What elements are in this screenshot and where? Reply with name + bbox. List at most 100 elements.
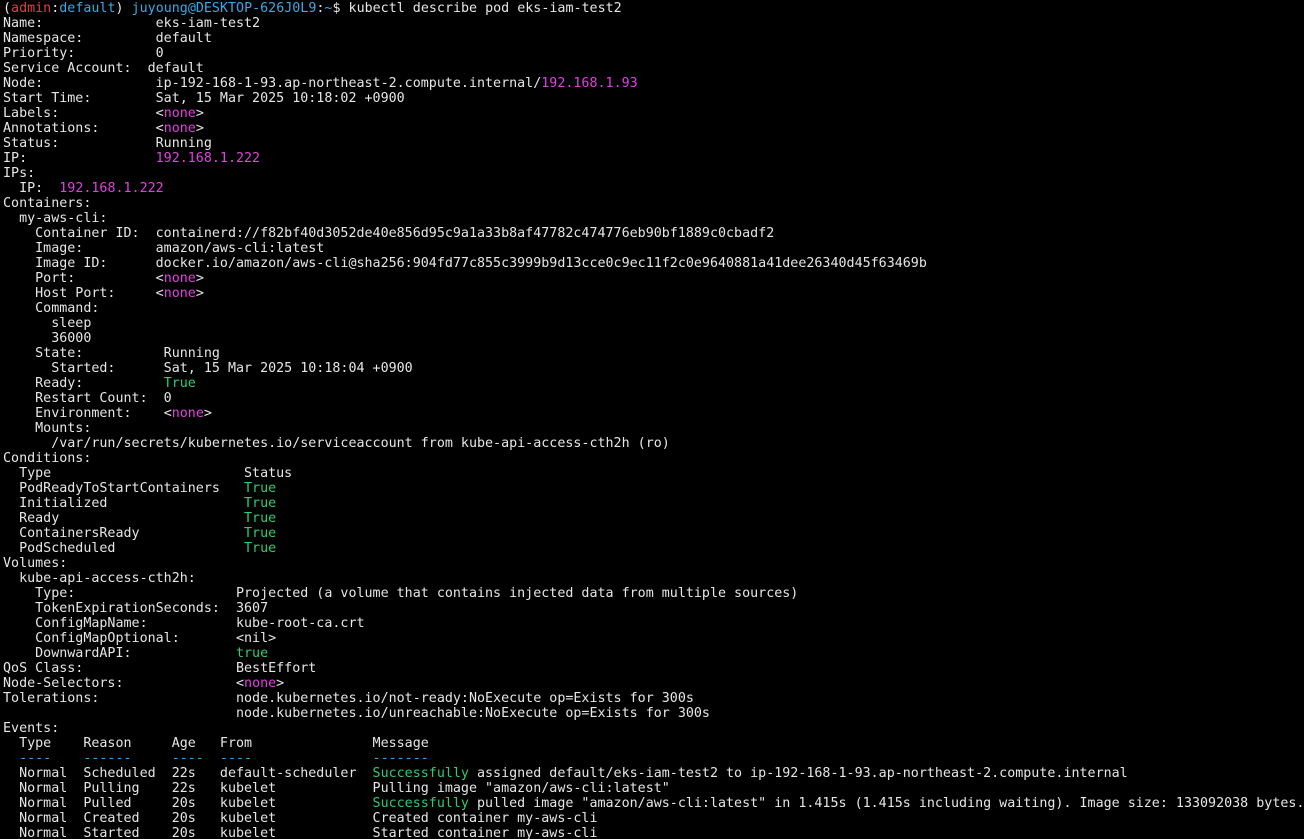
- output-line: Normal Created 20s kubelet Created conta…: [3, 811, 1304, 826]
- terminal-text-segment: Start Time: Sat, 15 Mar 2025 10:18:02 +0…: [3, 91, 405, 106]
- terminal-text-segment: Host Port:: [3, 286, 156, 301]
- terminal-text-segment: Tolerations: node.kubernetes.io/not-read…: [3, 691, 694, 706]
- output-line: Environment: <none>: [3, 406, 1304, 421]
- terminal-text-segment: node.kubernetes.io/unreachable:NoExecute…: [3, 706, 710, 721]
- terminal-text-segment: Conditions:: [3, 451, 92, 466]
- output-line: Normal Scheduled 22s default-scheduler S…: [3, 766, 1304, 781]
- output-line: Port: <none>: [3, 271, 1304, 286]
- terminal-window[interactable]: (admin:default) juyoung@DESKTOP-626J0L9:…: [0, 0, 1304, 839]
- terminal-text-segment: 192.168.1.222: [155, 151, 261, 166]
- terminal-text-segment: Type Status: [3, 466, 293, 481]
- output-line: kube-api-access-cth2h:: [3, 571, 1304, 586]
- terminal-text-segment: True: [244, 541, 277, 556]
- output-line: Normal Pulling 22s kubelet Pulling image…: [3, 781, 1304, 796]
- terminal-text-segment: Mounts:: [3, 421, 92, 436]
- terminal-text-segment: none: [163, 286, 196, 301]
- output-line: Restart Count: 0: [3, 391, 1304, 406]
- terminal-text-segment: >: [203, 406, 212, 421]
- terminal-text-segment: Namespace: default: [3, 31, 212, 46]
- terminal-text-segment: TokenExpirationSeconds: 3607: [3, 601, 269, 616]
- terminal-text-segment: admin: [11, 1, 52, 16]
- output-line: 36000: [3, 331, 1304, 346]
- output-line: sleep: [3, 316, 1304, 331]
- output-line: Image ID: docker.io/amazon/aws-cli@sha25…: [3, 256, 1304, 271]
- terminal-text-segment: Image: amazon/aws-cli:latest: [3, 241, 325, 256]
- output-line: Start Time: Sat, 15 Mar 2025 10:18:02 +0…: [3, 91, 1304, 106]
- output-line: IP: 192.168.1.222: [3, 181, 1304, 196]
- terminal-text-segment: none: [163, 271, 196, 286]
- output-line: Tolerations: node.kubernetes.io/not-read…: [3, 691, 1304, 706]
- terminal-text-segment: Node: ip-192-168-1-93.ap-northeast-2.com…: [3, 76, 542, 91]
- output-line: Priority: 0: [3, 46, 1304, 61]
- terminal-text-segment: <: [155, 271, 164, 286]
- output-line: Initialized True: [3, 496, 1304, 511]
- output-line: Normal Started 20s kubelet Started conta…: [3, 826, 1304, 839]
- terminal-text-segment: Containers:: [3, 196, 92, 211]
- output-line: IP: 192.168.1.222: [3, 151, 1304, 166]
- output-line: PodReadyToStartContainers True: [3, 481, 1304, 496]
- terminal-text-segment: kube-api-access-cth2h:: [3, 571, 196, 586]
- output-line: Containers:: [3, 196, 1304, 211]
- terminal-text-segment: DownwardAPI:: [3, 646, 236, 661]
- output-line: Service Account: default: [3, 61, 1304, 76]
- terminal-text-segment: Image ID: docker.io/amazon/aws-cli@sha25…: [3, 256, 927, 271]
- terminal-text-segment: Environment:: [3, 406, 164, 421]
- terminal-text-segment: Node-Selectors:: [3, 676, 236, 691]
- terminal-text-segment: <: [163, 406, 172, 421]
- terminal-text-segment: <: [155, 121, 164, 136]
- terminal-text-segment: 192.168.1.222: [59, 181, 164, 196]
- terminal-text-segment: >: [195, 106, 204, 121]
- output-line: Ready True: [3, 511, 1304, 526]
- terminal-text-segment: Command:: [3, 301, 100, 316]
- terminal-text-segment: Successfully: [372, 766, 469, 781]
- terminal-text-segment: Normal Pulled 20s kubelet: [3, 796, 373, 811]
- output-line: Volumes:: [3, 556, 1304, 571]
- output-line: Labels: <none>: [3, 106, 1304, 121]
- output-line: IPs:: [3, 166, 1304, 181]
- terminal-text-segment: 36000: [3, 331, 92, 346]
- output-line: Status: Running: [3, 136, 1304, 151]
- terminal-text-segment: PodReadyToStartContainers: [3, 481, 245, 496]
- output-line: Name: eks-iam-test2: [3, 16, 1304, 31]
- terminal-text-segment: State: Running: [3, 346, 220, 361]
- terminal-text-segment: Normal Scheduled 22s default-scheduler: [3, 766, 373, 781]
- terminal-text-segment: sleep: [3, 316, 92, 331]
- terminal-text-segment: Name: eks-iam-test2: [3, 16, 261, 31]
- output-line: Mounts:: [3, 421, 1304, 436]
- terminal-text-segment: Events:: [3, 721, 60, 736]
- output-line: Type Status: [3, 466, 1304, 481]
- terminal-text-segment: Normal Started 20s kubelet Started conta…: [3, 826, 598, 839]
- terminal-text-segment: True: [244, 526, 277, 541]
- terminal-text-segment: <: [155, 106, 164, 121]
- output-line: QoS Class: BestEffort: [3, 661, 1304, 676]
- output-line: Started: Sat, 15 Mar 2025 10:18:04 +0900: [3, 361, 1304, 376]
- terminal-text-segment: IPs:: [3, 166, 36, 181]
- terminal-text-segment: Successfully: [372, 796, 469, 811]
- terminal-text-segment: Normal Pulling 22s kubelet Pulling image…: [3, 781, 670, 796]
- terminal-text-segment: PodScheduled: [3, 541, 245, 556]
- terminal-text-segment: QoS Class: BestEffort: [3, 661, 317, 676]
- terminal-text-segment: ContainersReady: [3, 526, 245, 541]
- terminal-text-segment: True: [244, 511, 277, 526]
- output-line: ---- ------ ---- ---- -------: [3, 751, 1304, 766]
- output-line: Type: Projected (a volume that contains …: [3, 586, 1304, 601]
- terminal-text-segment: Volumes:: [3, 556, 68, 571]
- terminal-text-segment: default: [59, 1, 116, 16]
- terminal-text-segment: none: [171, 406, 204, 421]
- output-line: Ready: True: [3, 376, 1304, 391]
- output-line: Normal Pulled 20s kubelet Successfully p…: [3, 796, 1304, 811]
- terminal-text-segment: <: [235, 676, 245, 691]
- output-line: State: Running: [3, 346, 1304, 361]
- terminal-text-segment: Container ID: containerd://f82bf40d3052d…: [3, 226, 775, 241]
- terminal-text-segment: ---- ------ ---- ---- -------: [3, 751, 429, 766]
- output-line: ContainersReady True: [3, 526, 1304, 541]
- output-line: DownwardAPI: true: [3, 646, 1304, 661]
- terminal-text-segment: (: [3, 1, 12, 16]
- output-line: Annotations: <none>: [3, 121, 1304, 136]
- terminal-text-segment: juyoung@DESKTOP-626J0L9: [131, 1, 317, 16]
- terminal-text-segment: Priority: 0: [3, 46, 164, 61]
- output-line: PodScheduled True: [3, 541, 1304, 556]
- terminal-text-segment: Annotations:: [3, 121, 156, 136]
- terminal-text-segment: Restart Count: 0: [3, 391, 172, 406]
- terminal-text-segment: Started: Sat, 15 Mar 2025 10:18:04 +0900: [3, 361, 413, 376]
